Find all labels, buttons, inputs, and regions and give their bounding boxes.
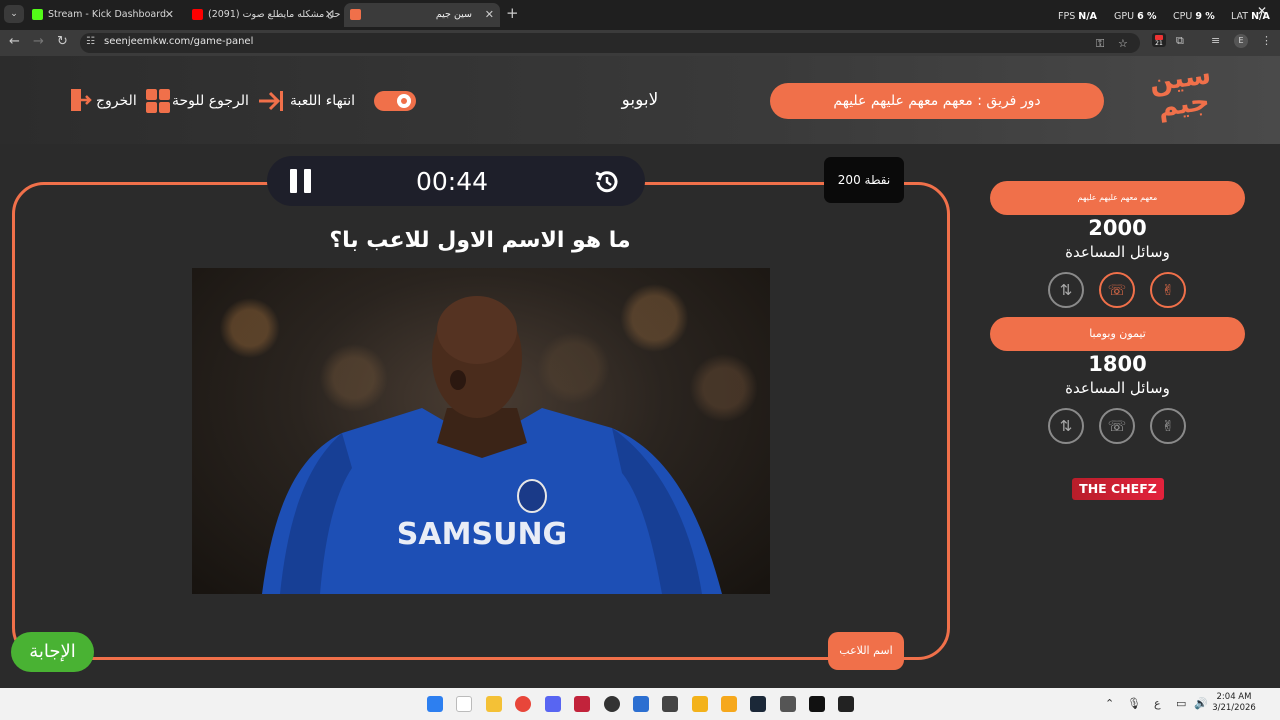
steam-icon[interactable] xyxy=(750,696,766,712)
cpu-readout: CPU 9 % xyxy=(1173,11,1215,22)
browser-toolbar: ← → ↻ ☷ seenjeemkw.com/game-panel ⚿ ☆ ⧉ … xyxy=(0,30,1280,56)
close-tab-icon[interactable]: ✕ xyxy=(165,3,174,27)
extensions-icon[interactable]: ⧉ xyxy=(1176,34,1184,48)
question-points-badge: 200 نقطة xyxy=(824,157,904,203)
file-explorer-icon[interactable] xyxy=(486,696,502,712)
board-grid-icon[interactable] xyxy=(146,89,170,113)
keyboard-language[interactable]: ع xyxy=(1154,697,1161,710)
team-2-aids-label: وسائل المساعدة xyxy=(1065,379,1170,397)
show-answer-button[interactable]: الإجابة xyxy=(11,632,94,672)
phone-icon[interactable]: ☏ xyxy=(1099,272,1135,308)
end-game-toggle[interactable] xyxy=(374,91,416,111)
center-player-name: لابوبو xyxy=(621,90,659,110)
swap-icon[interactable]: ⇅ xyxy=(1048,408,1084,444)
url-text: seenjeemkw.com/game-panel xyxy=(104,36,254,47)
team-2-name-pill: تيمون وبومبا xyxy=(990,317,1245,351)
site-info-icon[interactable]: ☷ xyxy=(86,36,95,47)
tab-title: (2091) حل مشكله مايطلع صوت xyxy=(208,9,340,20)
chrome-icon[interactable] xyxy=(515,696,531,712)
question-text: ما هو الاسم الاول للاعب با؟ xyxy=(329,228,631,253)
tab-title: سين جيم xyxy=(435,9,472,20)
profile-avatar[interactable]: E xyxy=(1234,34,1248,48)
app-icon[interactable] xyxy=(604,696,620,712)
gpu-readout: GPU 6 % xyxy=(1114,11,1157,22)
discord-icon[interactable] xyxy=(545,696,561,712)
bookmark-star-icon[interactable]: ☆ xyxy=(1118,37,1128,50)
menu-dots-icon[interactable]: ⋮ xyxy=(1261,34,1272,47)
player-figure: SAMSUNG xyxy=(262,296,722,594)
youtube-icon xyxy=(192,9,203,20)
pause-icon[interactable] xyxy=(290,169,312,193)
back-arrow-icon[interactable]: ← xyxy=(9,34,20,49)
tab-youtube[interactable]: (2091) حل مشكله مايطلع صوت ✕ xyxy=(186,3,340,27)
team-1-aids-label: وسائل المساعدة xyxy=(1065,243,1170,261)
countdown-timer: 00:44 xyxy=(415,167,489,196)
browser-tab-strip: ⌄ Stream - Kick Dashboard ✕ (2091) حل مش… xyxy=(0,0,1280,30)
team-1-score: 2000 xyxy=(1088,216,1147,240)
close-tab-icon[interactable]: ✕ xyxy=(485,3,494,27)
network-icon[interactable]: ▭ xyxy=(1176,697,1186,710)
seenjeem-logo: سين جيم xyxy=(1147,59,1213,124)
tab-kick-dashboard[interactable]: Stream - Kick Dashboard ✕ xyxy=(26,3,180,27)
tab-title: Stream - Kick Dashboard xyxy=(48,9,166,20)
toggle-knob xyxy=(397,94,411,108)
taskbar-clock[interactable]: 2:04 AM 3/21/2026 xyxy=(1212,692,1256,714)
app-icon[interactable] xyxy=(838,696,854,712)
tab-search-button[interactable]: ⌄ xyxy=(4,5,24,23)
end-game-arrow-icon[interactable] xyxy=(258,90,284,112)
app-icon[interactable] xyxy=(574,696,590,712)
windows-start-icon[interactable] xyxy=(427,696,443,712)
peace-hand-icon[interactable]: ✌ xyxy=(1150,272,1186,308)
close-tab-icon[interactable]: ✕ xyxy=(325,3,334,27)
phone-icon[interactable]: ☏ xyxy=(1099,408,1135,444)
team-2-score: 1800 xyxy=(1088,352,1147,376)
app-icon[interactable] xyxy=(780,696,796,712)
taskview-icon[interactable] xyxy=(456,696,472,712)
reload-icon[interactable]: ↻ xyxy=(57,34,68,49)
tray-chevron-icon[interactable]: ⌃ xyxy=(1105,697,1114,710)
team-turn-banner: دور فريق : معهم معهم عليهم عليهم xyxy=(770,83,1104,119)
app-icon[interactable] xyxy=(692,696,708,712)
exit-door-icon[interactable] xyxy=(70,88,92,112)
obs-icon[interactable] xyxy=(662,696,678,712)
back-to-board-label[interactable]: الرجوع للوحة xyxy=(172,93,249,109)
app-icon[interactable] xyxy=(721,696,737,712)
player-photo: SAMSUNG xyxy=(192,268,770,594)
address-bar[interactable]: ☷ seenjeemkw.com/game-panel ⚿ ☆ xyxy=(80,33,1140,53)
volume-icon[interactable]: 🔊 xyxy=(1194,697,1208,710)
new-tab-button[interactable]: + xyxy=(506,4,519,22)
peace-hand-icon[interactable]: ✌ xyxy=(1150,408,1186,444)
capcut-icon[interactable] xyxy=(809,696,825,712)
seenjeem-icon xyxy=(350,9,361,20)
reading-list-icon[interactable]: ≡ xyxy=(1211,34,1220,47)
end-game-label[interactable]: انتهاء اللعبة xyxy=(290,93,355,109)
team-1-name-pill: معهم معهم عليهم عليهم xyxy=(990,181,1245,215)
forward-arrow-icon[interactable]: → xyxy=(33,34,44,49)
fps-readout: FPS N/A xyxy=(1058,11,1098,22)
reset-timer-icon[interactable] xyxy=(592,167,622,197)
clock-date: 3/21/2026 xyxy=(1212,703,1256,713)
swap-icon[interactable]: ⇅ xyxy=(1048,272,1084,308)
exit-label[interactable]: الخروج xyxy=(96,93,137,109)
extension-badge-icon[interactable]: 21 xyxy=(1152,33,1166,47)
clock-time: 2:04 AM xyxy=(1216,692,1252,702)
app-icon[interactable] xyxy=(633,696,649,712)
microphone-icon[interactable]: 🎙 xyxy=(1127,697,1141,710)
password-key-icon[interactable]: ⚿ xyxy=(1096,37,1104,51)
window-close-icon[interactable]: ✕ xyxy=(1257,4,1267,18)
tab-seenjeem[interactable]: سين جيم ✕ xyxy=(344,3,500,27)
answer-category-tag: اسم اللاعب xyxy=(828,632,904,670)
kick-icon xyxy=(32,9,43,20)
svg-text:SAMSUNG: SAMSUNG xyxy=(397,517,567,552)
sponsor-logo: THE CHEFZ xyxy=(1072,478,1164,500)
